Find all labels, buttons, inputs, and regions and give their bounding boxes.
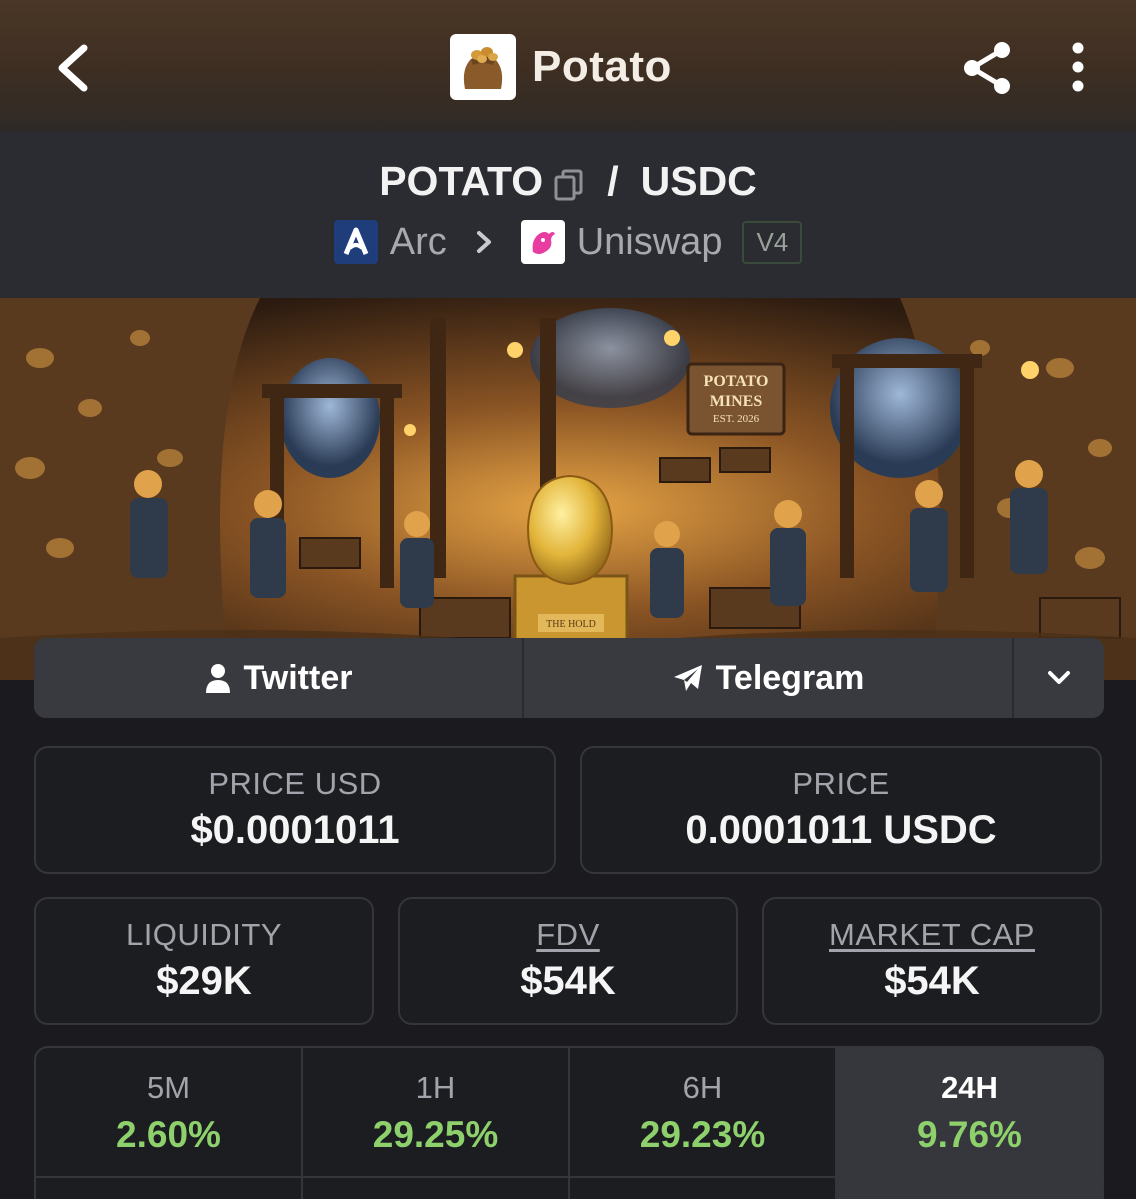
base-token: POTATO [379, 158, 544, 204]
market-cap-card: MARKET CAP $54K [762, 897, 1102, 1025]
dex-name[interactable]: Uniswap [577, 221, 723, 264]
change-value: 2.60% [116, 1114, 221, 1155]
pair-info-bar [0, 132, 1136, 298]
liquidity-value: $29K [156, 959, 252, 1003]
top-bar: Potato [0, 0, 1136, 132]
change-value: 9.76% [917, 1114, 1022, 1155]
pedestal-text: THE HOLD [546, 619, 596, 630]
sign-text-3: EST. 2026 [713, 413, 760, 425]
telegram-button[interactable]: Telegram [522, 638, 1012, 718]
price-label: PRICE [792, 766, 890, 801]
market-cap-value: $54K [884, 959, 980, 1003]
uniswap-icon [520, 220, 565, 264]
social-links-bar: Twitter Telegram [34, 638, 1104, 718]
chevron-down-icon [1048, 671, 1070, 684]
potato-sack-logo [450, 34, 516, 100]
pair-separator: / [607, 158, 619, 204]
change-value: 29.23% [639, 1114, 766, 1155]
fdv-card: FDV $54K [398, 897, 738, 1025]
more-socials-toggle[interactable] [1012, 638, 1104, 718]
telegram-icon [673, 665, 702, 691]
token-title: Potato [450, 34, 672, 100]
twitter-label: Twitter [243, 658, 353, 697]
sign-text-2: MINES [710, 393, 763, 410]
fdv-value: $54K [520, 959, 616, 1003]
price-usd-label: PRICE USD [208, 766, 382, 801]
price-usd-card: PRICE USD $0.0001011 [34, 746, 556, 874]
divider [36, 1176, 1102, 1178]
price-value: 0.0001011 USDC [685, 808, 997, 852]
version-badge: V4 [742, 220, 803, 264]
quote-token: USDC [640, 158, 757, 204]
arc-chain-icon [333, 220, 378, 264]
liquidity-label: LIQUIDITY [125, 917, 283, 952]
more-vertical-icon [1072, 42, 1084, 92]
telegram-label: Telegram [715, 658, 865, 697]
share-button[interactable] [958, 38, 1018, 98]
fdv-label[interactable]: FDV [400, 917, 736, 953]
share-icon [964, 42, 1010, 94]
banner-image: POTATO MINES EST. 2026 THE HOLD [0, 298, 1136, 680]
chain-name[interactable]: Arc [390, 221, 447, 264]
chevron-left-icon [58, 44, 88, 92]
change-label: 5M [146, 1070, 191, 1105]
user-icon [205, 664, 230, 693]
back-button[interactable] [48, 36, 104, 100]
copy-icon[interactable] [553, 165, 585, 200]
change-label: 24H [941, 1070, 998, 1105]
change-value: 29.25% [372, 1114, 499, 1155]
chain-dex-breadcrumb: Arc Uniswap V4 [0, 220, 1136, 264]
liquidity-card: LIQUIDITY $29K [34, 897, 374, 1025]
chevron-right-icon [476, 231, 491, 253]
sign-text-1: POTATO [704, 373, 769, 390]
twitter-button[interactable]: Twitter [34, 638, 522, 718]
market-cap-label[interactable]: MARKET CAP [764, 917, 1100, 953]
price-usd-value: $0.0001011 [190, 808, 400, 852]
app-title: Potato [532, 42, 672, 91]
price-card: PRICE 0.0001011 USDC [580, 746, 1102, 874]
more-menu-button[interactable] [1060, 40, 1096, 96]
change-label: 6H [682, 1070, 723, 1105]
change-label: 1H [415, 1070, 456, 1105]
pair-name: POTATO / USDC [0, 158, 1136, 205]
